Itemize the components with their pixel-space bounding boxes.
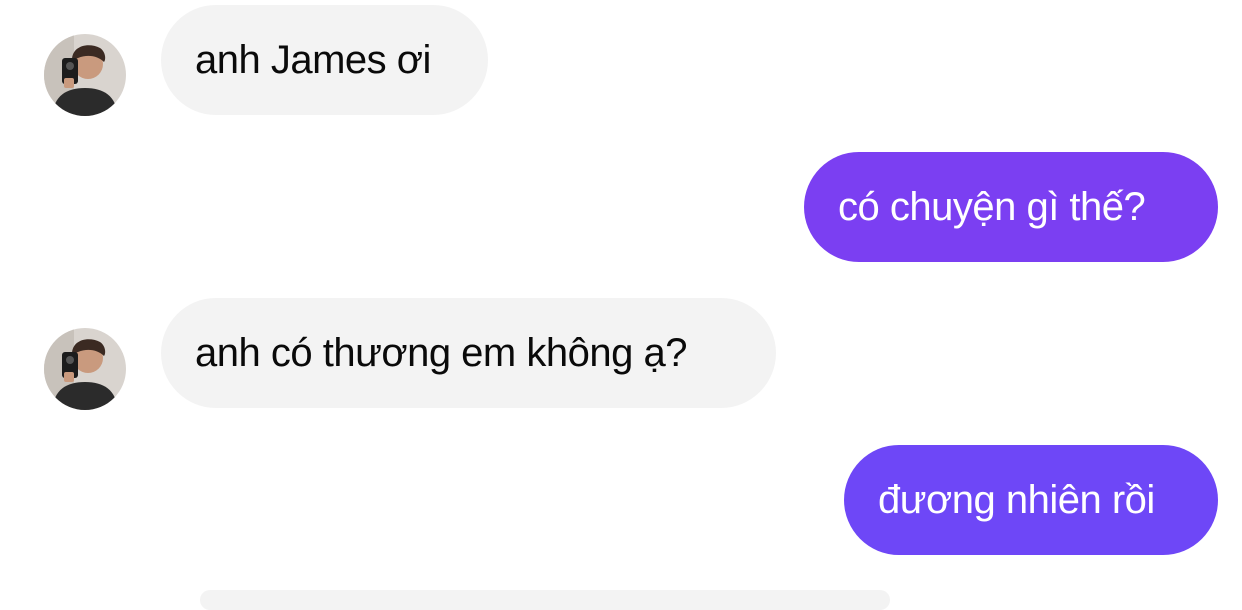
message-bubble-incoming[interactable]: anh có thương em không ạ? (161, 298, 776, 408)
sender-avatar[interactable] (44, 34, 126, 116)
message-bubble-outgoing[interactable]: đương nhiên rồi (844, 445, 1218, 555)
avatar-photo-icon (44, 34, 126, 116)
chat-thread: anh James ơi có chuyện gì thế? anh có th… (0, 0, 1242, 610)
message-bubble-incoming[interactable]: anh James ơi (161, 5, 488, 115)
message-text: anh có thương em không ạ? (195, 330, 687, 375)
message-text: anh James ơi (195, 37, 431, 82)
message-bubble-partial (200, 590, 890, 610)
message-text: có chuyện gì thế? (838, 184, 1146, 229)
message-text: đương nhiên rồi (878, 477, 1155, 522)
message-bubble-outgoing[interactable]: có chuyện gì thế? (804, 152, 1218, 262)
sender-avatar[interactable] (44, 328, 126, 410)
avatar-photo-icon (44, 328, 126, 410)
